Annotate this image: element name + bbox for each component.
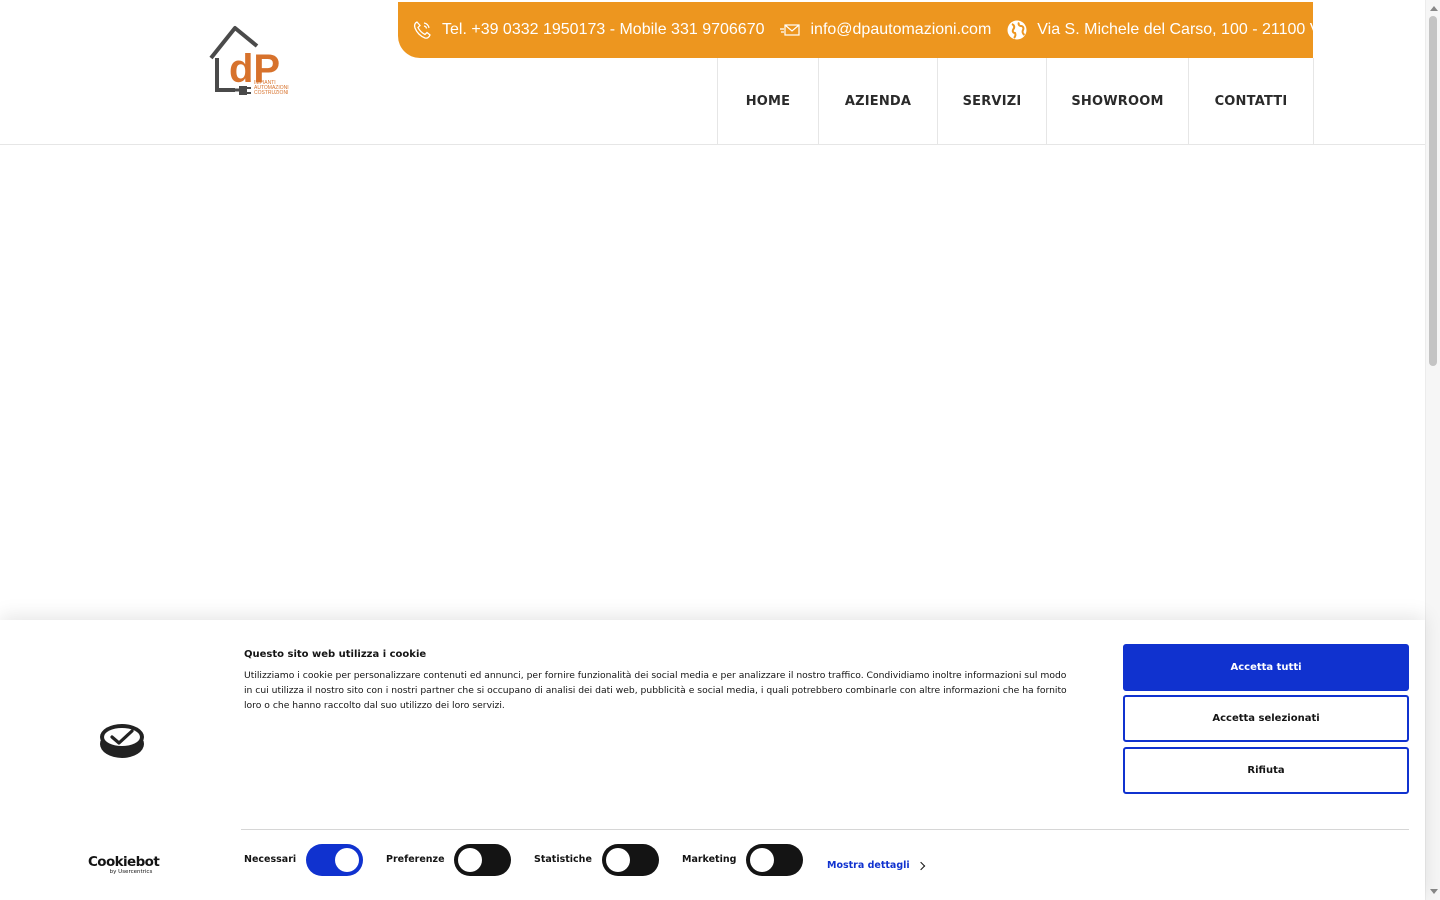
cookiebot-logo-icon: [100, 724, 144, 758]
nav-showroom[interactable]: SHOWROOM: [1046, 58, 1188, 144]
show-details-link[interactable]: Mostra dettagli: [827, 860, 925, 871]
main-nav: HOME AZIENDA SERVIZI SHOWROOM CONTATTI: [717, 58, 1314, 144]
show-details-label: Mostra dettagli: [827, 860, 910, 871]
site-header: dP IMPIANTI AUTOMAZIONI COSTRUZIONI Tel.…: [0, 0, 1425, 145]
toggle-preferences[interactable]: [454, 844, 511, 876]
phone-text: Tel. +39 0332 1950173 - Mobile 331 97066…: [442, 21, 765, 38]
email-text: info@dpautomazioni.com: [810, 21, 992, 38]
globe-icon: [1007, 20, 1027, 40]
toggle-label-preferences: Preferenze: [386, 854, 445, 865]
toggle-marketing[interactable]: [746, 844, 803, 876]
svg-text:COSTRUZIONI: COSTRUZIONI: [254, 90, 288, 96]
scroll-up-arrow-icon[interactable]: [1430, 6, 1438, 11]
page-scrollbar[interactable]: [1425, 0, 1440, 900]
toggle-label-necessary: Necessari: [244, 854, 297, 865]
toggle-knob: [606, 848, 630, 872]
cookiebot-name: Cookiebot: [88, 854, 160, 870]
contact-address: Via S. Michele del Carso, 100 - 21100 Va…: [1007, 20, 1359, 40]
toggle-label-marketing: Marketing: [682, 854, 737, 865]
contact-phone[interactable]: Tel. +39 0332 1950173 - Mobile 331 97066…: [412, 20, 764, 40]
nav-home[interactable]: HOME: [717, 58, 818, 144]
contact-bar: Tel. +39 0332 1950173 - Mobile 331 97066…: [398, 2, 1359, 58]
toggle-label-statistics: Statistiche: [534, 854, 592, 865]
toggle-knob: [335, 848, 359, 872]
contact-email[interactable]: info@dpautomazioni.com: [780, 21, 991, 39]
toggle-statistics[interactable]: [602, 844, 659, 876]
logo-house-icon: dP IMPIANTI AUTOMAZIONI COSTRUZIONI: [209, 26, 289, 96]
cookie-divider: [241, 829, 1409, 830]
cookiebot-wordmark[interactable]: Cookiebot by Usercentrics: [88, 854, 160, 876]
chevron-right-icon: [916, 861, 925, 870]
toggle-knob: [458, 848, 482, 872]
toggle-necessary[interactable]: [306, 844, 363, 876]
nav-servizi[interactable]: SERVIZI: [937, 58, 1046, 144]
cookie-description: Utilizziamo i cookie per personalizzare …: [244, 670, 1067, 711]
site-logo[interactable]: dP IMPIANTI AUTOMAZIONI COSTRUZIONI: [207, 22, 299, 100]
cookie-title: Questo sito web utilizza i cookie: [244, 649, 427, 660]
scroll-thumb[interactable]: [1429, 16, 1437, 366]
address-text: Via S. Michele del Carso, 100 - 21100 Va…: [1037, 21, 1360, 38]
cookiebot-sub: by Usercentrics: [109, 869, 153, 875]
accept-all-button[interactable]: Accetta tutti: [1123, 644, 1409, 691]
mail-icon: [780, 24, 801, 36]
phone-icon: [413, 21, 431, 39]
toggle-knob: [750, 848, 774, 872]
nav-contatti[interactable]: CONTATTI: [1188, 58, 1314, 144]
nav-azienda[interactable]: AZIENDA: [818, 58, 937, 144]
reject-button[interactable]: Rifiuta: [1123, 747, 1409, 794]
scroll-down-arrow-icon[interactable]: [1430, 889, 1438, 894]
accept-selected-button[interactable]: Accetta selezionati: [1123, 695, 1409, 742]
